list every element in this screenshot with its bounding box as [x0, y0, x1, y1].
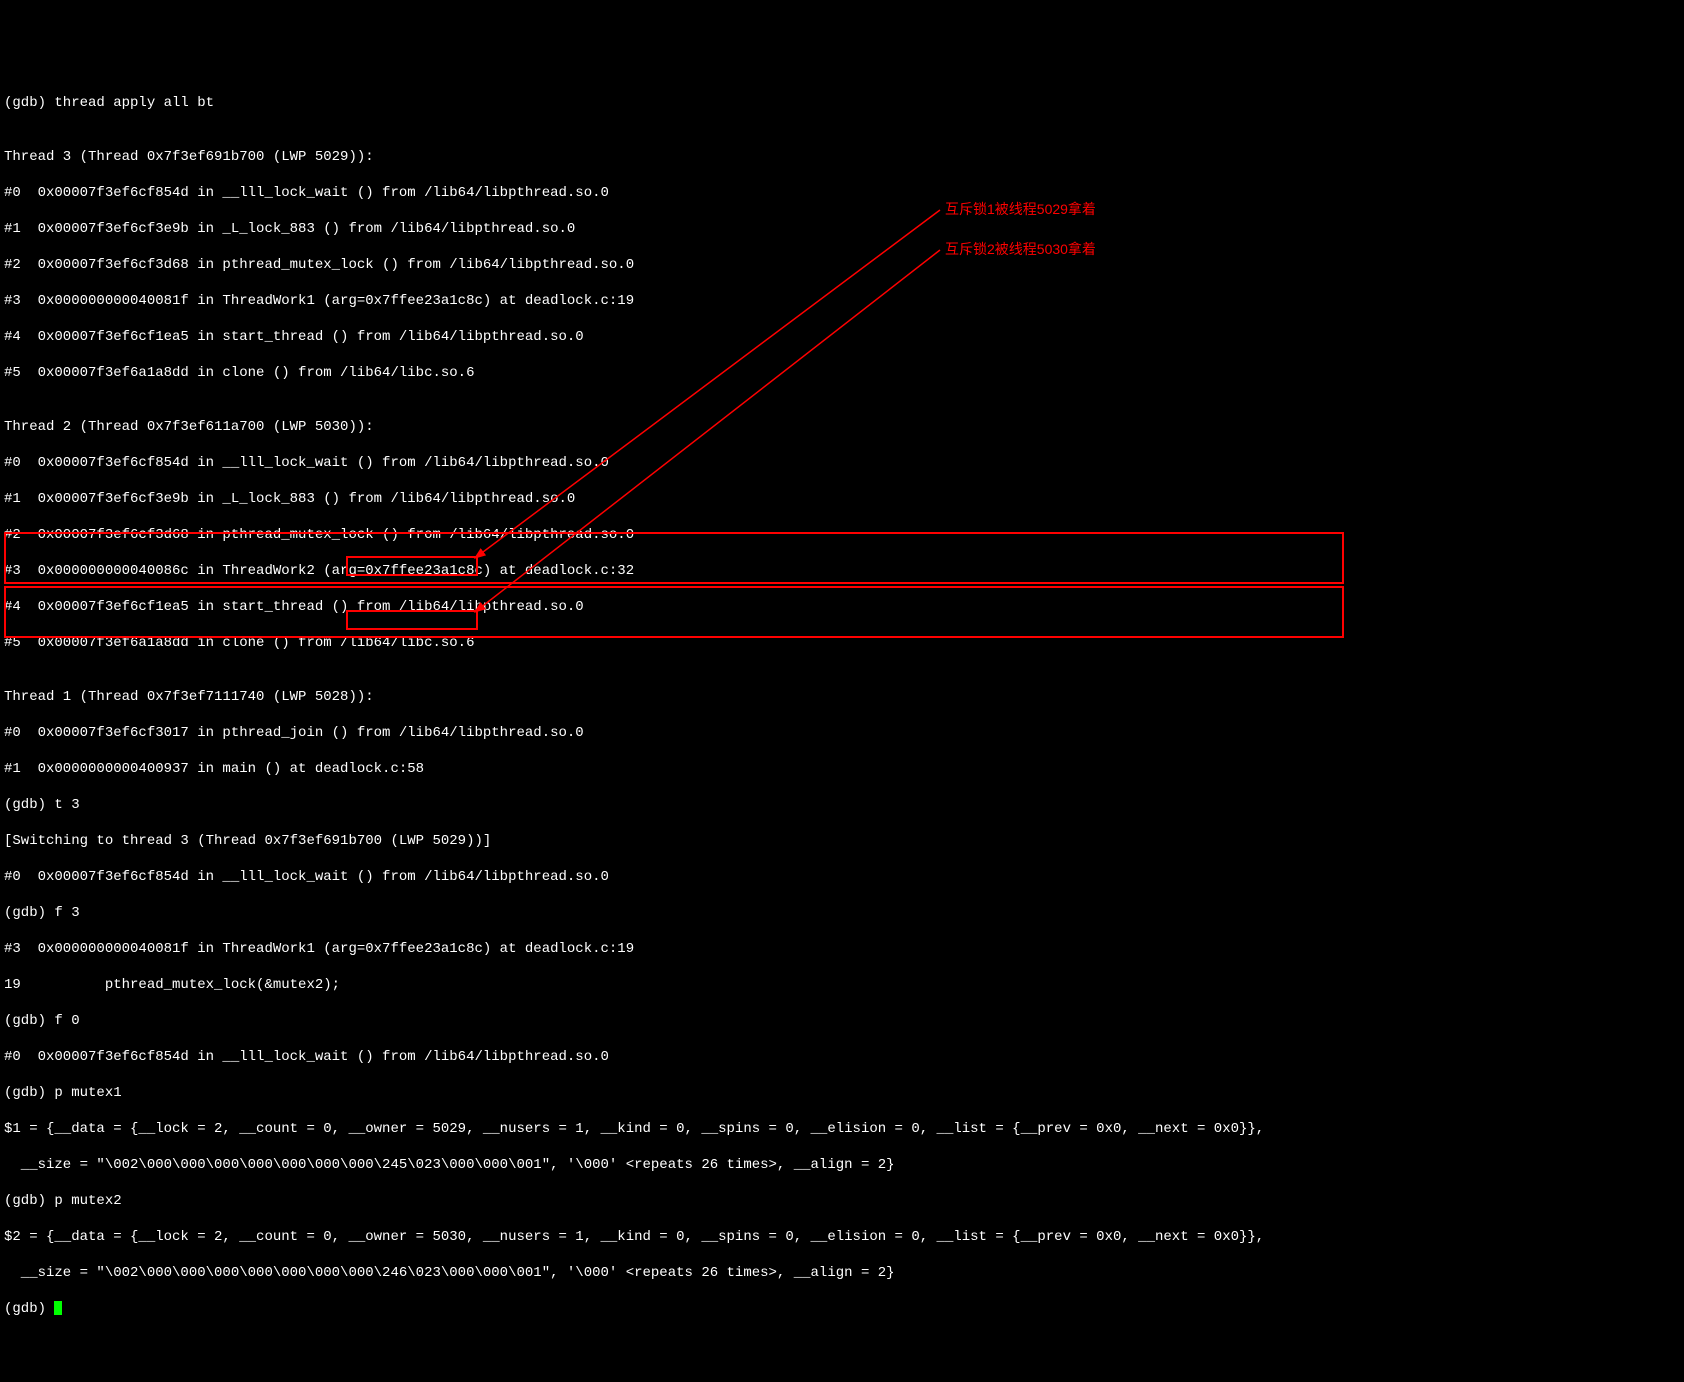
switching-thread: [Switching to thread 3 (Thread 0x7f3ef69… — [4, 832, 1680, 850]
source-line-19: 19 pthread_mutex_lock(&mutex2); — [4, 976, 1680, 994]
thread3-frame0: #0 0x00007f3ef6cf854d in __lll_lock_wait… — [4, 184, 1680, 202]
thread2-frame5: #5 0x00007f3ef6a1a8dd in clone () from /… — [4, 634, 1680, 652]
thread3-frame2: #2 0x00007f3ef6cf3d68 in pthread_mutex_l… — [4, 256, 1680, 274]
thread2-header: Thread 2 (Thread 0x7f3ef611a700 (LWP 503… — [4, 418, 1680, 436]
gdb-cmd-f3: (gdb) f 3 — [4, 904, 1680, 922]
thread1-frame1: #1 0x0000000000400937 in main () at dead… — [4, 760, 1680, 778]
mutex1-value-line2: __size = "\002\000\000\000\000\000\000\0… — [4, 1156, 1680, 1174]
gdb-prompt[interactable]: (gdb) — [4, 1300, 1680, 1318]
thread3-header: Thread 3 (Thread 0x7f3ef691b700 (LWP 502… — [4, 148, 1680, 166]
thread3-frame4: #4 0x00007f3ef6cf1ea5 in start_thread ()… — [4, 328, 1680, 346]
frame3-detail: #3 0x000000000040081f in ThreadWork1 (ar… — [4, 940, 1680, 958]
gdb-cmd-t3: (gdb) t 3 — [4, 796, 1680, 814]
thread2-frame2: #2 0x00007f3ef6cf3d68 in pthread_mutex_l… — [4, 526, 1680, 544]
gdb-cmd-thread-apply: (gdb) thread apply all bt — [4, 94, 1680, 112]
terminal-output[interactable]: (gdb) thread apply all bt Thread 3 (Thre… — [4, 76, 1680, 1336]
gdb-cmd-p-mutex1: (gdb) p mutex1 — [4, 1084, 1680, 1102]
current-frame0: #0 0x00007f3ef6cf854d in __lll_lock_wait… — [4, 868, 1680, 886]
thread3-frame1: #1 0x00007f3ef6cf3e9b in _L_lock_883 () … — [4, 220, 1680, 238]
mutex2-value-line1: $2 = {__data = {__lock = 2, __count = 0,… — [4, 1228, 1680, 1246]
frame0-detail: #0 0x00007f3ef6cf854d in __lll_lock_wait… — [4, 1048, 1680, 1066]
thread3-frame3: #3 0x000000000040081f in ThreadWork1 (ar… — [4, 292, 1680, 310]
annotation-mutex1-owner: 互斥锁1被线程5029拿着 — [945, 200, 1096, 218]
gdb-cmd-p-mutex2: (gdb) p mutex2 — [4, 1192, 1680, 1210]
thread2-frame0: #0 0x00007f3ef6cf854d in __lll_lock_wait… — [4, 454, 1680, 472]
thread1-frame0: #0 0x00007f3ef6cf3017 in pthread_join ()… — [4, 724, 1680, 742]
thread2-frame1: #1 0x00007f3ef6cf3e9b in _L_lock_883 () … — [4, 490, 1680, 508]
mutex2-value-line2: __size = "\002\000\000\000\000\000\000\0… — [4, 1264, 1680, 1282]
gdb-cmd-f0: (gdb) f 0 — [4, 1012, 1680, 1030]
annotation-mutex2-owner: 互斥锁2被线程5030拿着 — [945, 240, 1096, 258]
thread3-frame5: #5 0x00007f3ef6a1a8dd in clone () from /… — [4, 364, 1680, 382]
thread2-frame3: #3 0x000000000040086c in ThreadWork2 (ar… — [4, 562, 1680, 580]
thread2-frame4: #4 0x00007f3ef6cf1ea5 in start_thread ()… — [4, 598, 1680, 616]
cursor-icon — [54, 1301, 62, 1315]
mutex1-value-line1: $1 = {__data = {__lock = 2, __count = 0,… — [4, 1120, 1680, 1138]
